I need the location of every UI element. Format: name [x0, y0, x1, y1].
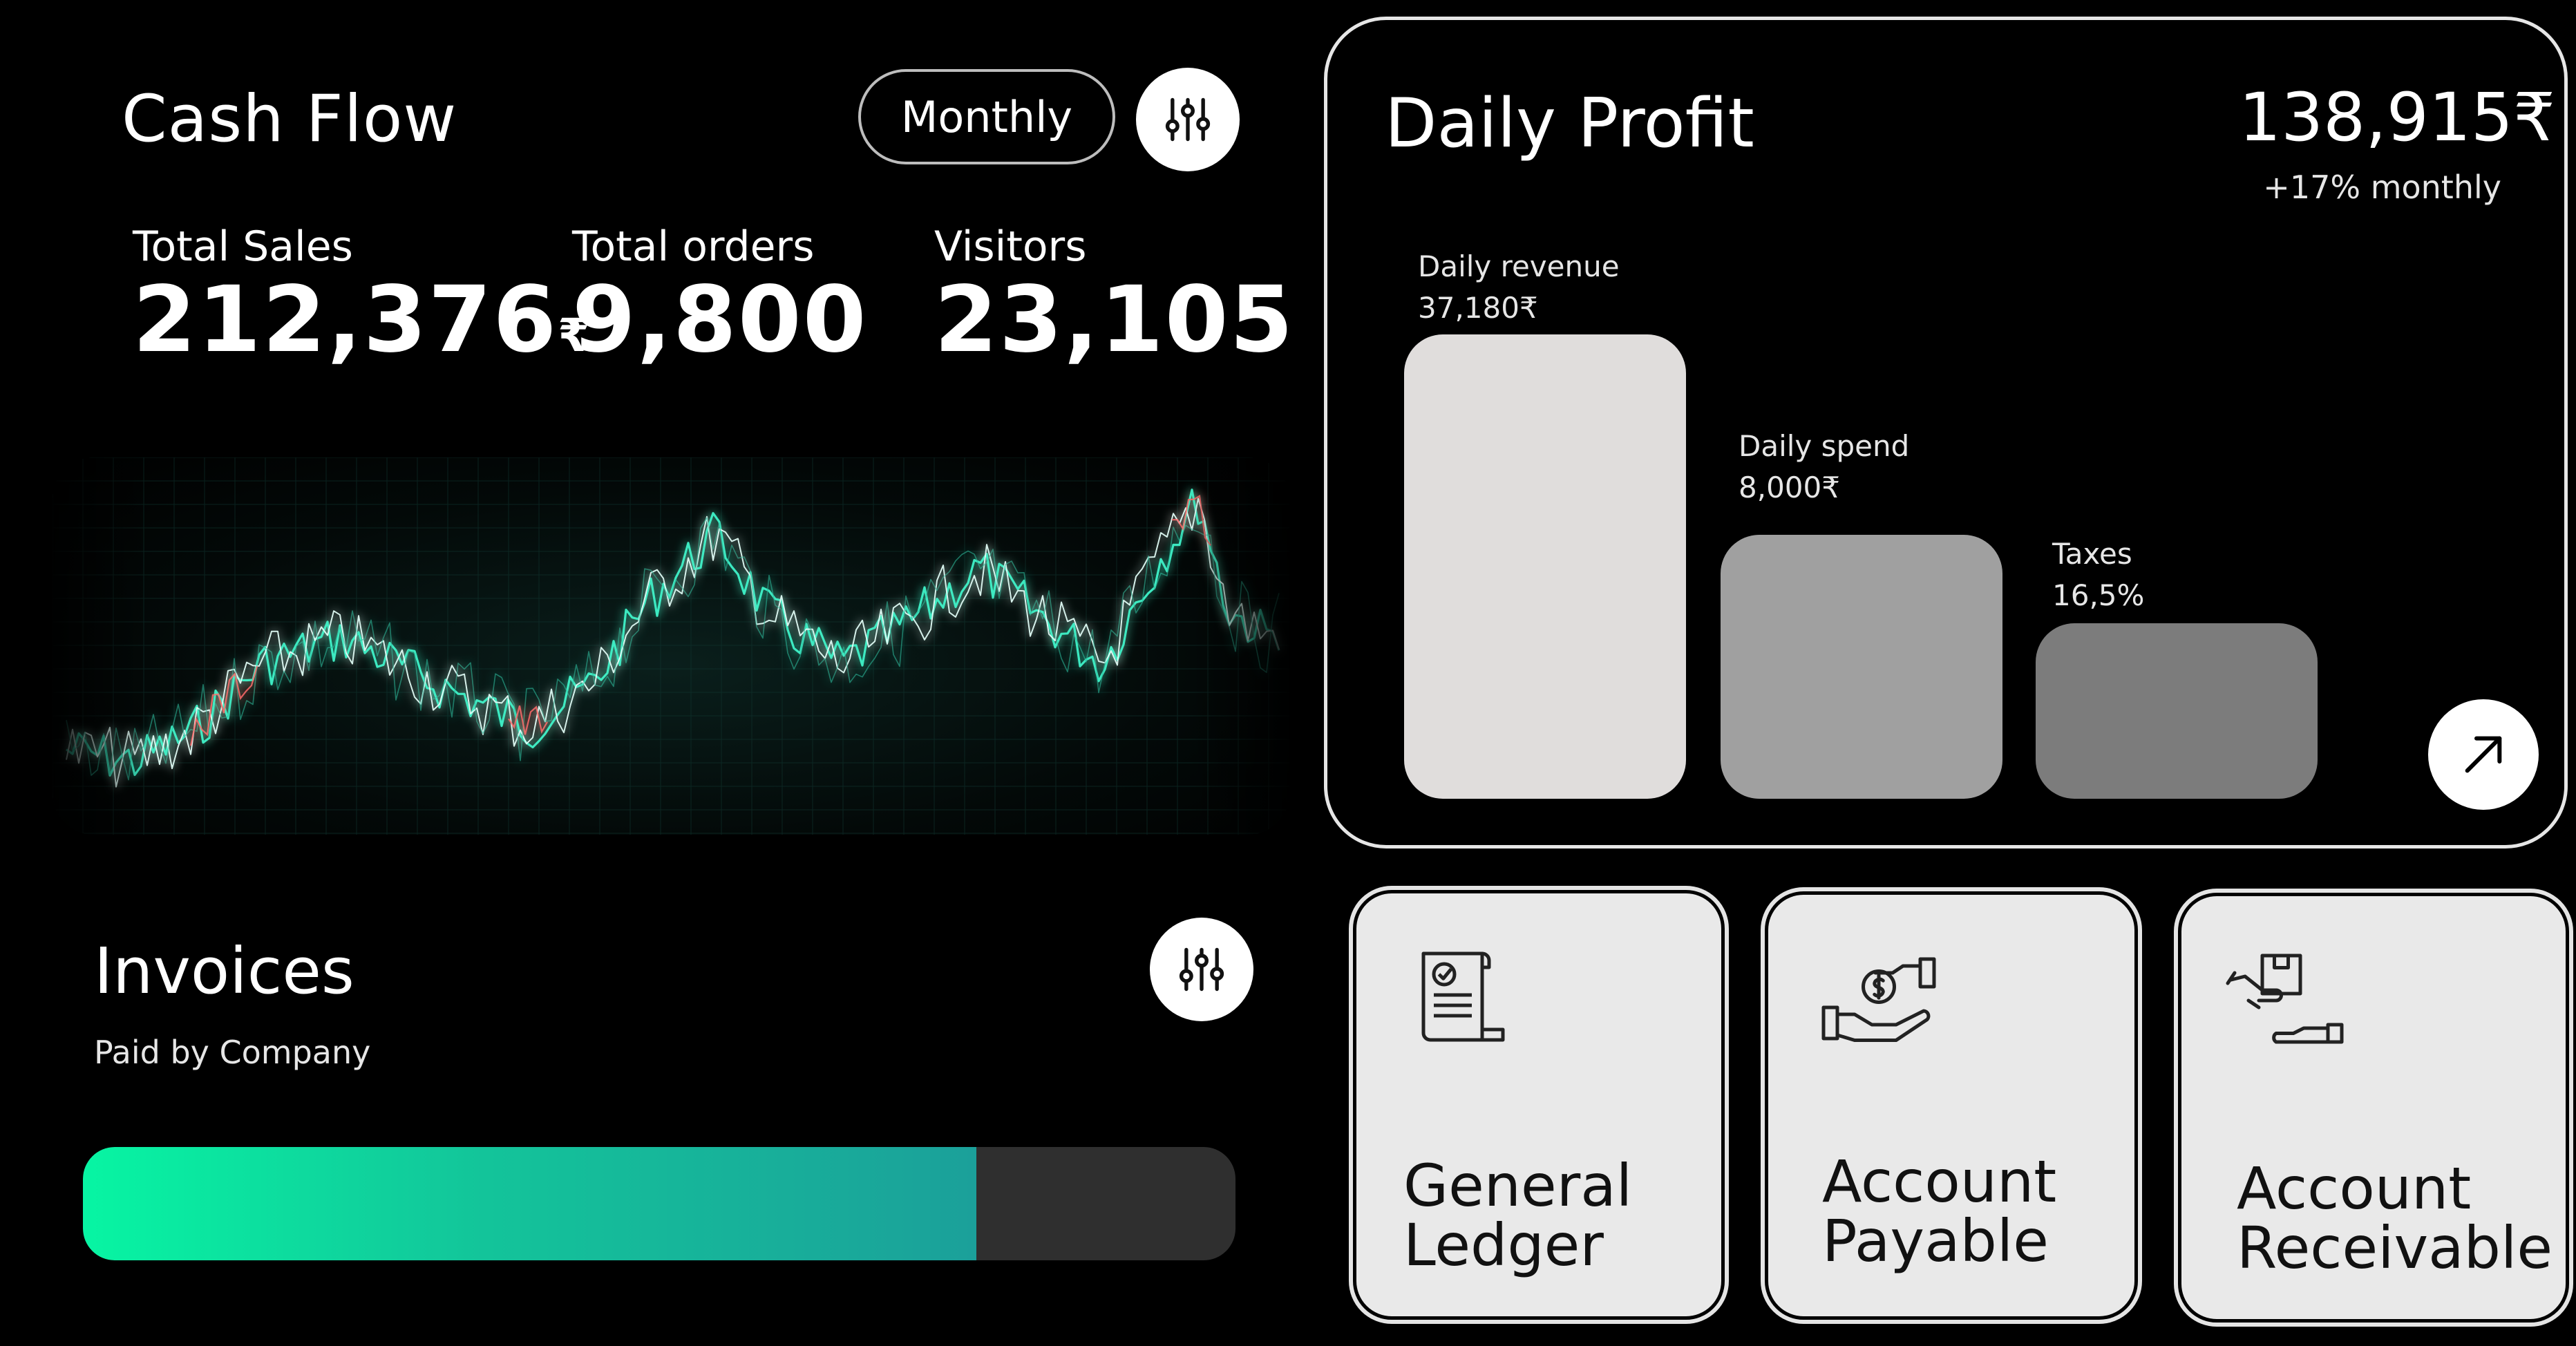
stat-label: Total orders — [572, 222, 815, 271]
stat-total-sales: Total Sales 212,376₹ — [133, 222, 591, 373]
ledger-document-icon — [1421, 951, 1505, 1042]
bar-label: Taxes — [2052, 537, 2132, 571]
invoices-title: Invoices — [94, 934, 354, 1008]
bar-taxes — [2036, 623, 2318, 799]
stat-label: Visitors — [934, 222, 1087, 271]
daily-profit-growth: +17% monthly — [2263, 169, 2501, 206]
bar-daily-revenue — [1404, 334, 1686, 799]
invoices-filter-button[interactable] — [1150, 918, 1253, 1021]
invoices-progress-fill — [83, 1147, 976, 1260]
stat-value: 9,800 — [572, 267, 868, 373]
tile-label-line2: Ledger — [1403, 1211, 1604, 1279]
cash-flow-filter-button[interactable] — [1136, 68, 1240, 171]
bar-label-daily-revenue: Daily revenue 37,180₹ — [1418, 246, 1620, 329]
daily-profit-title: Daily Profit — [1385, 84, 1754, 163]
invoices-progress-bar — [83, 1147, 1235, 1260]
tile-label-line1: General — [1403, 1152, 1633, 1220]
stat-total-orders: Total orders 9,800 — [572, 222, 868, 373]
bar-daily-spend — [1721, 535, 2002, 799]
stat-value: 212,376₹ — [133, 267, 591, 373]
bar-label: Daily revenue — [1418, 249, 1620, 283]
bar-value: 37,180₹ — [1418, 291, 1538, 325]
daily-profit-open-button[interactable] — [2428, 699, 2539, 810]
tile-label-line2: Receivable — [2237, 1214, 2553, 1282]
package-handover-icon — [2226, 954, 2344, 1044]
stat-visitors: Visitors 23,105 — [934, 222, 1294, 373]
stat-label: Total Sales — [133, 222, 353, 271]
bar-label: Daily spend — [1739, 429, 1910, 463]
arrow-up-right-icon — [2465, 736, 2502, 773]
tile-label: Account Payable — [1822, 1152, 2056, 1271]
period-select-button[interactable]: Monthly — [858, 69, 1115, 164]
sparkline-graphic — [53, 457, 1289, 835]
tile-label-line1: Account — [1822, 1148, 2057, 1215]
sliders-icon — [1179, 947, 1224, 992]
bar-label-taxes: Taxes 16,5% — [2052, 533, 2144, 616]
bar-value: 8,000₹ — [1739, 471, 1840, 504]
tile-label-line1: Account — [2237, 1155, 2472, 1222]
hand-dollar-icon — [1821, 957, 1936, 1042]
cash-flow-line-graphic — [53, 457, 1289, 835]
sliders-icon — [1165, 97, 1211, 142]
tile-account-payable[interactable]: Account Payable — [1761, 887, 2142, 1324]
tile-label: General Ledger — [1403, 1156, 1632, 1275]
tile-account-receivable[interactable]: Account Receivable — [2174, 889, 2573, 1327]
bar-label-daily-spend: Daily spend 8,000₹ — [1739, 426, 1909, 509]
daily-profit-total: 138,915₹ — [2239, 79, 2556, 156]
invoices-subtitle: Paid by Company — [94, 1034, 371, 1071]
tile-general-ledger[interactable]: General Ledger — [1349, 886, 1729, 1324]
stat-value: 23,105 — [934, 267, 1295, 373]
tile-label-line2: Payable — [1822, 1207, 2049, 1275]
cash-flow-title: Cash Flow — [122, 82, 457, 157]
tile-label: Account Receivable — [2237, 1159, 2553, 1278]
bar-value: 16,5% — [2052, 578, 2145, 612]
stat-number: 212,376 — [133, 267, 558, 373]
